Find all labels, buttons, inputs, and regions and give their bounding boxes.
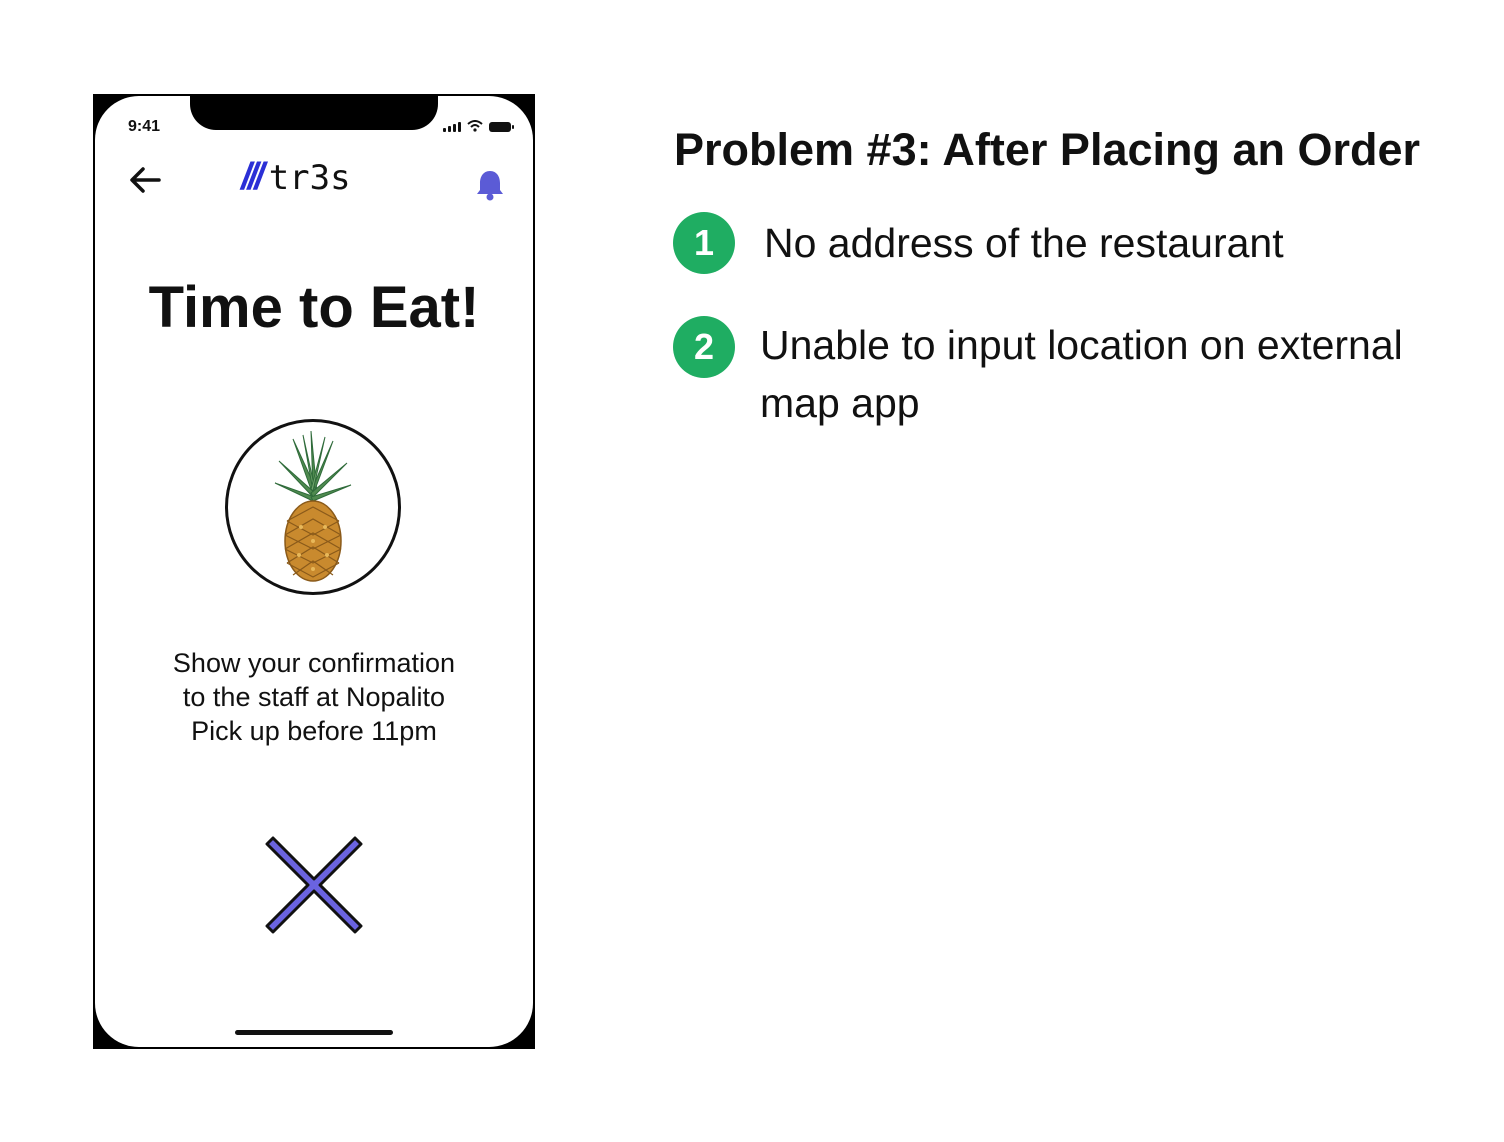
logo-slashes: /// (241, 156, 265, 198)
confirmation-message: Show your confirmation to the staff at N… (95, 646, 533, 748)
close-icon[interactable] (263, 834, 365, 936)
back-arrow-icon[interactable] (125, 160, 165, 200)
signal-icon (443, 122, 461, 132)
message-line: Pick up before 11pm (191, 716, 437, 746)
phone-screen: 9:41 /// tr3s Time to Eat! Show your con… (95, 96, 533, 1047)
point-text: No address of the restaurant (764, 220, 1284, 266)
message-line: Show your confirmation (172, 648, 456, 678)
logo-text: tr3s (268, 158, 351, 198)
phone-mockup: 9:41 /// tr3s Time to Eat! Show your con… (93, 94, 535, 1049)
battery-icon (489, 122, 514, 132)
point-number-badge: 1 (673, 212, 735, 274)
status-time: 9:41 (128, 118, 161, 135)
pineapple-icon (274, 431, 352, 582)
food-image (225, 419, 401, 595)
bell-icon[interactable] (473, 168, 507, 202)
home-indicator (235, 1030, 393, 1035)
page-title: Time to Eat! (148, 275, 480, 340)
status-icons (443, 120, 514, 132)
point-number-badge: 2 (673, 316, 735, 378)
message-line: to the staff at Nopalito (182, 682, 446, 712)
slide-title: Problem #3: After Placing an Order (674, 124, 1421, 175)
wifi-icon (467, 120, 483, 132)
phone-notch (190, 96, 438, 130)
point-text: Unable to input location on external map… (760, 322, 1403, 426)
app-logo: /// tr3s (241, 156, 351, 199)
